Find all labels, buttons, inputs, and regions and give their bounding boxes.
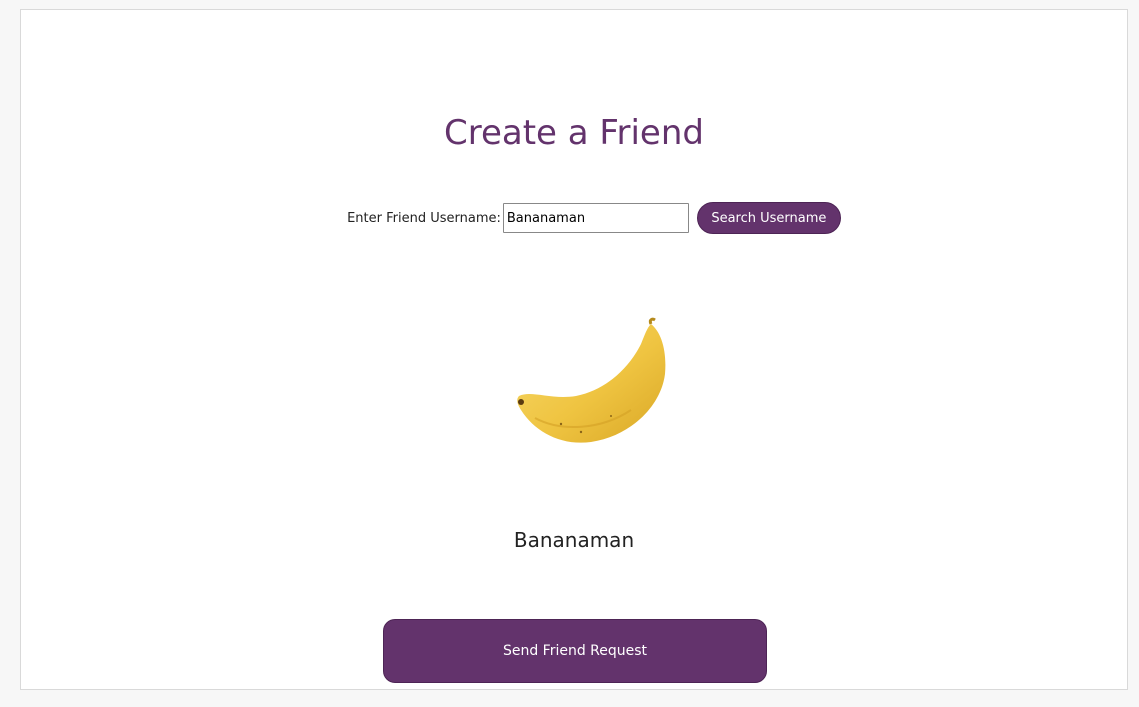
banana-icon [517, 317, 666, 443]
friend-avatar [491, 306, 691, 466]
friend-username: Bananaman [513, 528, 635, 552]
search-row: Enter Friend Username: Search Username [21, 202, 1127, 234]
send-friend-request-button[interactable]: Send Friend Request [383, 619, 767, 683]
search-label: Enter Friend Username: [347, 210, 501, 226]
page-title: Create a Friend [444, 113, 704, 153]
username-input[interactable] [502, 203, 689, 233]
search-username-button[interactable]: Search Username [696, 202, 841, 234]
main-panel: Create a Friend Enter Friend Username: S… [20, 9, 1128, 690]
